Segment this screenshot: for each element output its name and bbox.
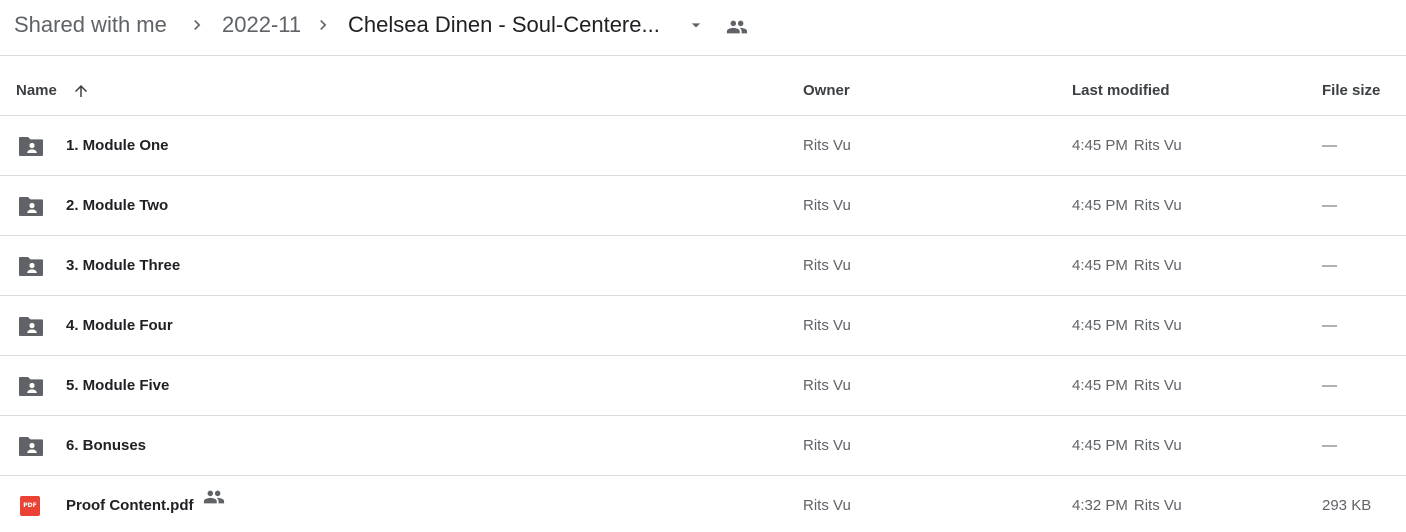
pdf-badge: PDF [20,496,40,516]
file-size: — [1322,137,1337,154]
modified-by: Rits Vu [1133,437,1182,454]
file-size: — [1322,197,1337,214]
modified-by: Rits Vu [1133,197,1182,214]
last-modified: 4:45 PM Rits Vu [1072,236,1182,296]
owner-name: Rits Vu [803,257,851,274]
last-modified: 4:32 PM Rits Vu [1072,476,1182,532]
people-icon [203,474,225,532]
file-name[interactable]: Proof Content.pdf [66,476,225,532]
people-icon[interactable] [726,16,748,38]
last-modified: 4:45 PM Rits Vu [1072,356,1182,416]
owner-name: Rits Vu [803,437,851,454]
column-header-last-modified[interactable]: Last modified [1072,56,1170,116]
modified-time: 4:32 PM [1072,497,1128,514]
last-modified: 4:45 PM Rits Vu [1072,416,1182,476]
owner-name: Rits Vu [803,137,851,154]
shared-folder-icon [18,416,44,476]
modified-by: Rits Vu [1133,377,1182,394]
file-size: — [1322,377,1337,394]
shared-folder-icon [18,296,44,356]
breadcrumb-shared-with-me[interactable]: Shared with me [14,10,167,40]
pdf-badge-text: PDF [23,502,37,509]
arrow-up-icon[interactable] [72,82,90,100]
chevron-right-icon [187,15,207,35]
file-name[interactable]: 4. Module Four [66,296,173,356]
breadcrumb: Shared with me 2022-11 Chelsea Dinen - S… [0,0,1406,56]
file-size: 293 KB [1322,497,1372,514]
table-row[interactable]: 2. Module Two Rits Vu 4:45 PM Rits Vu — [0,176,1406,236]
shared-folder-icon [18,356,44,416]
modified-time: 4:45 PM [1072,377,1128,394]
last-modified: 4:45 PM Rits Vu [1072,116,1182,176]
last-modified: 4:45 PM Rits Vu [1072,296,1182,356]
modified-time: 4:45 PM [1072,257,1128,274]
file-name[interactable]: 1. Module One [66,116,169,176]
table-row[interactable]: 3. Module Three Rits Vu 4:45 PM Rits Vu — [0,236,1406,296]
owner-name: Rits Vu [803,377,851,394]
breadcrumb-2022-11[interactable]: 2022-11 [222,10,301,40]
last-modified: 4:45 PM Rits Vu [1072,176,1182,236]
column-header-name[interactable]: Name [16,56,57,116]
table-row[interactable]: 1. Module One Rits Vu 4:45 PM Rits Vu — [0,116,1406,176]
table-header: Name Owner Last modified File size [0,56,1406,116]
owner-name: Rits Vu [803,497,851,514]
file-list: 1. Module One Rits Vu 4:45 PM Rits Vu — 2… [0,116,1406,532]
modified-by: Rits Vu [1133,257,1182,274]
file-name-text: Proof Content.pdf [66,497,194,514]
chevron-right-icon [313,15,333,35]
file-name[interactable]: 5. Module Five [66,356,169,416]
shared-folder-icon [18,236,44,296]
shared-folder-icon [18,176,44,236]
modified-time: 4:45 PM [1072,137,1128,154]
file-size: — [1322,317,1337,334]
table-row[interactable]: PDF Proof Content.pdf Rits Vu 4:32 PM Rit… [0,476,1406,532]
column-header-owner[interactable]: Owner [803,56,850,116]
modified-time: 4:45 PM [1072,317,1128,334]
file-size: — [1322,437,1337,454]
file-name[interactable]: 6. Bonuses [66,416,146,476]
modified-by: Rits Vu [1133,137,1182,154]
modified-time: 4:45 PM [1072,197,1128,214]
file-size: — [1322,257,1337,274]
owner-name: Rits Vu [803,197,851,214]
file-name[interactable]: 3. Module Three [66,236,180,296]
shared-folder-icon [18,116,44,176]
file-name[interactable]: 2. Module Two [66,176,168,236]
column-header-file-size[interactable]: File size [1322,56,1380,116]
owner-name: Rits Vu [803,317,851,334]
table-row[interactable]: 6. Bonuses Rits Vu 4:45 PM Rits Vu — [0,416,1406,476]
pdf-icon: PDF [18,476,44,532]
dropdown-arrow-icon[interactable] [686,15,706,35]
breadcrumb-current-folder[interactable]: Chelsea Dinen - Soul-Centere... [348,10,660,40]
modified-by: Rits Vu [1133,317,1182,334]
table-row[interactable]: 5. Module Five Rits Vu 4:45 PM Rits Vu — [0,356,1406,416]
modified-by: Rits Vu [1133,497,1182,514]
table-row[interactable]: 4. Module Four Rits Vu 4:45 PM Rits Vu — [0,296,1406,356]
modified-time: 4:45 PM [1072,437,1128,454]
